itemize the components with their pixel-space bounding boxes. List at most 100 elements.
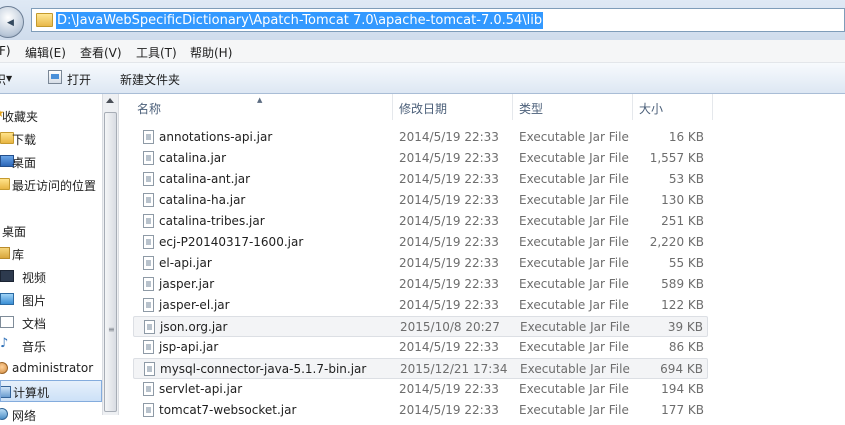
file-date: 2015/10/8 20:27 — [400, 320, 500, 334]
address-bar-strip: ◀ D:\JavaWebSpecificDictionary\Apatch-To… — [0, 0, 845, 40]
file-name: json.org.jar — [160, 320, 228, 334]
jar-file-icon — [143, 151, 154, 165]
file-size: 130 KB — [661, 193, 704, 207]
file-row[interactable]: tomcat7-websocket.jar 2014/5/19 22:33 Exec… — [133, 400, 708, 421]
column-size[interactable]: 大小 — [633, 94, 713, 120]
file-date: 2014/5/19 22:33 — [399, 193, 499, 207]
file-size: 53 KB — [668, 172, 704, 186]
file-row[interactable]: servlet-api.jar 2014/5/19 22:33 Executable… — [133, 379, 708, 400]
file-date: 2014/5/19 22:33 — [399, 130, 499, 144]
file-type: Executable Jar File — [519, 172, 629, 186]
folder-icon — [36, 13, 53, 27]
menu-view[interactable]: 查看(V) — [80, 44, 122, 61]
back-button[interactable]: ◀ — [0, 6, 24, 38]
nav-documents[interactable]: 文档 — [0, 311, 102, 333]
new-folder-button[interactable]: 新建文件夹 — [120, 71, 180, 88]
file-row[interactable]: el-api.jar 2014/5/19 22:33 Executable Jar … — [133, 253, 708, 274]
computer-icon — [1, 386, 11, 398]
file-row[interactable]: annotations-api.jar 2014/5/19 22:33 Execut… — [133, 127, 708, 148]
file-name: servlet-api.jar — [159, 382, 243, 396]
file-row[interactable]: catalina-ha.jar 2014/5/19 22:33 Executable… — [133, 190, 708, 211]
file-date: 2014/5/19 22:33 — [399, 151, 499, 165]
file-size: 86 KB — [668, 340, 704, 354]
jar-file-icon — [144, 362, 155, 376]
back-arrow-icon: ◀ — [7, 18, 14, 28]
menu-bar: F) 编辑(E) 查看(V) 工具(T) 帮助(H) — [0, 40, 845, 63]
file-row[interactable]: catalina.jar 2014/5/19 22:33 Executable Ja… — [133, 148, 708, 169]
address-path[interactable]: D:\JavaWebSpecificDictionary\Apatch-Tomc… — [56, 12, 544, 29]
file-date: 2014/5/19 22:33 — [399, 340, 499, 354]
file-type: Executable Jar File — [520, 362, 630, 376]
nav-computer[interactable]: 计算机 — [0, 380, 102, 402]
file-row[interactable]: catalina-tribes.jar 2014/5/19 22:33 Execut… — [133, 211, 708, 232]
file-size: 1,557 KB — [649, 151, 704, 165]
documents-icon — [0, 316, 14, 328]
file-type: Executable Jar File — [519, 151, 629, 165]
nav-libraries[interactable]: 库 — [0, 242, 102, 264]
menu-file[interactable]: F) — [0, 44, 11, 58]
file-name: catalina.jar — [159, 151, 227, 165]
jar-file-icon — [143, 235, 154, 249]
jar-file-icon — [143, 130, 154, 144]
file-row[interactable]: mysql-connector-java-5.1.7-bin.jar 2015/1… — [133, 358, 708, 379]
file-type: Executable Jar File — [520, 320, 630, 334]
file-row[interactable]: catalina-ant.jar 2014/5/19 22:33 Executabl… — [133, 169, 708, 190]
nav-videos[interactable]: 视频 — [0, 265, 102, 287]
file-list: ▲ 名称 修改日期 类型 大小 annotations-api.jar 2014/… — [119, 94, 845, 417]
file-date: 2014/5/19 22:33 — [399, 214, 499, 228]
nav-network[interactable]: 网络 — [0, 403, 102, 425]
menu-tools[interactable]: 工具(T) — [136, 44, 177, 61]
file-type: Executable Jar File — [519, 298, 629, 312]
file-size: 39 KB — [667, 320, 703, 334]
nav-recent-places[interactable]: 最近访问的位置 — [0, 173, 102, 195]
scrollbar-thumb[interactable]: ≡ — [104, 112, 117, 412]
nav-administrator[interactable]: administrator — [0, 357, 102, 379]
file-date: 2014/5/19 22:33 — [399, 256, 499, 270]
column-name[interactable]: 名称 — [131, 94, 393, 120]
column-header: ▲ 名称 修改日期 类型 大小 — [119, 94, 845, 120]
open-icon — [48, 70, 62, 84]
chevron-down-icon: ▼ — [6, 74, 13, 83]
jar-file-icon — [143, 298, 154, 312]
file-row[interactable]: json.org.jar 2015/10/8 20:27 Executable Ja… — [133, 316, 708, 337]
file-row[interactable]: jasper.jar 2014/5/19 22:33 Executable Jar … — [133, 274, 708, 295]
user-icon — [0, 362, 8, 374]
file-type: Executable Jar File — [519, 382, 629, 396]
file-date: 2014/5/19 22:33 — [399, 277, 499, 291]
nav-desktop[interactable]: 桌面 — [0, 150, 102, 172]
file-row[interactable]: jsp-api.jar 2014/5/19 22:33 Executable Jar… — [133, 337, 708, 358]
jar-file-icon — [143, 172, 154, 186]
nav-pictures[interactable]: 图片 — [0, 288, 102, 310]
address-box[interactable]: D:\JavaWebSpecificDictionary\Apatch-Tomc… — [31, 8, 845, 32]
file-type: Executable Jar File — [519, 277, 629, 291]
file-size: 122 KB — [661, 298, 704, 312]
nav-downloads[interactable]: 下载 — [0, 127, 102, 149]
menu-edit[interactable]: 编辑(E) — [25, 44, 66, 61]
nav-music[interactable]: ♪ 音乐 — [0, 334, 102, 356]
file-name: catalina-ha.jar — [159, 193, 246, 207]
open-button[interactable]: 打开 — [67, 71, 91, 88]
library-icon — [0, 247, 10, 259]
jar-file-icon — [143, 340, 154, 354]
navigation-pane: ★ 收藏夹 下载 桌面 最近访问的位置 桌面 库 视频 图片 文档 ♪ 音乐 a… — [0, 94, 102, 423]
navigation-scrollbar[interactable]: ≡ — [102, 94, 119, 415]
nav-desktop-root[interactable]: 桌面 — [0, 219, 102, 241]
file-name: jsp-api.jar — [159, 340, 219, 354]
file-date: 2014/5/19 22:33 — [399, 235, 499, 249]
menu-help[interactable]: 帮助(H) — [190, 44, 232, 61]
recent-places-icon — [0, 178, 10, 190]
file-size: 194 KB — [661, 382, 704, 396]
file-type: Executable Jar File — [519, 256, 629, 270]
file-row[interactable]: ecj-P20140317-1600.jar 2014/5/19 22:33 Exe… — [133, 232, 708, 253]
file-type: Executable Jar File — [519, 214, 629, 228]
file-size: 55 KB — [668, 256, 704, 270]
column-date[interactable]: 修改日期 — [393, 94, 513, 120]
scroll-up-icon[interactable] — [106, 98, 114, 103]
pictures-icon — [0, 293, 14, 305]
jar-file-icon — [143, 277, 154, 291]
nav-favorites[interactable]: ★ 收藏夹 — [0, 104, 102, 126]
column-type[interactable]: 类型 — [513, 94, 633, 120]
grip-icon: ≡ — [108, 325, 115, 334]
file-row[interactable]: jasper-el.jar 2014/5/19 22:33 Executable J… — [133, 295, 708, 316]
file-name: ecj-P20140317-1600.jar — [159, 235, 304, 249]
